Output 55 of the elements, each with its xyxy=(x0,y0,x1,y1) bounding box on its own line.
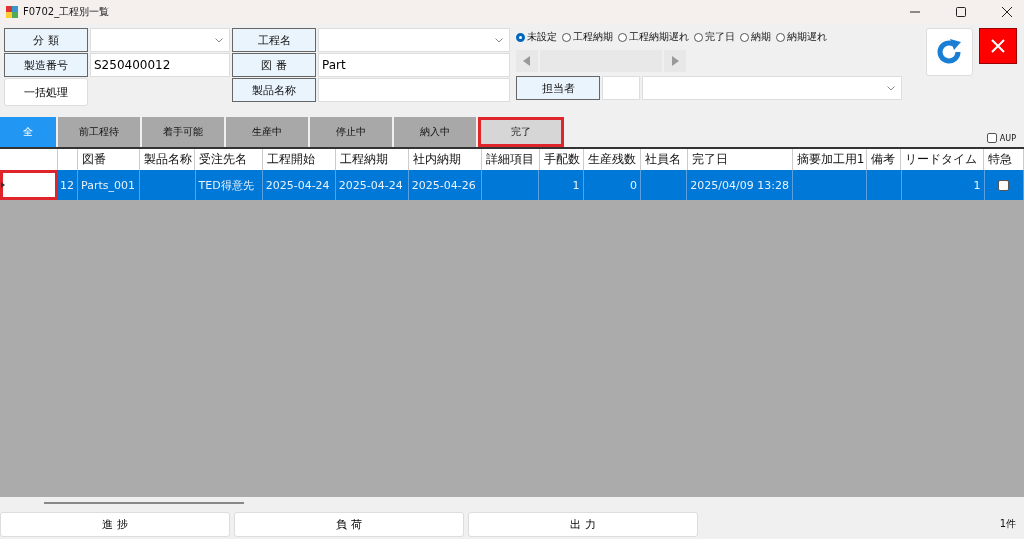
close-icon xyxy=(990,39,1005,53)
table-cell: TED得意先 xyxy=(195,170,263,200)
field-label: 製品名称 xyxy=(232,78,316,102)
drawing-field[interactable]: Part xyxy=(318,53,510,77)
radio-option[interactable]: 納期 xyxy=(740,30,771,44)
row-header[interactable] xyxy=(0,170,58,200)
aup-checkbox[interactable]: AUP xyxy=(986,133,1024,147)
chevron-down-icon xyxy=(887,86,895,91)
product-field[interactable] xyxy=(318,78,510,102)
action-button[interactable]: 進 捗 xyxy=(0,511,230,537)
refresh-button[interactable] xyxy=(926,28,973,76)
urgent-checkbox[interactable] xyxy=(998,179,1010,191)
serial-field[interactable]: S250400012 xyxy=(90,53,230,77)
status-tab[interactable]: 停止中 xyxy=(310,117,392,147)
field-label: 工程名 xyxy=(232,28,316,52)
table-cell: 0 xyxy=(583,170,641,200)
category-dropdown[interactable] xyxy=(90,28,230,52)
maximize-icon[interactable] xyxy=(956,7,966,17)
chevron-down-icon xyxy=(495,38,503,43)
action-button[interactable]: 負 荷 xyxy=(234,511,464,537)
table-cell: 2025-04-26 xyxy=(408,170,482,200)
field-label: 製造番号 xyxy=(4,53,88,77)
close-button[interactable] xyxy=(978,28,1017,64)
field-label: 担当者 xyxy=(516,76,600,100)
action-button[interactable]: 出 力 xyxy=(468,511,698,537)
process-dropdown[interactable] xyxy=(318,28,510,52)
status-tab[interactable]: 納入中 xyxy=(394,117,476,147)
scrollbar-thumb[interactable] xyxy=(44,502,244,504)
record-count: 1件 xyxy=(999,517,1017,531)
batch-button[interactable]: 一括処理 xyxy=(4,78,88,106)
table-cell: 2025-04-24 xyxy=(335,170,409,200)
person-code-field[interactable] xyxy=(602,76,640,100)
field-label: 分 類 xyxy=(4,28,88,52)
radio-option[interactable]: 工程納期遅れ xyxy=(618,30,689,44)
radio-option[interactable]: 納期遅れ xyxy=(776,30,827,44)
window-title: F0702_工程別一覧 xyxy=(23,5,110,19)
table-cell: 2025-04-24 xyxy=(262,170,336,200)
radio-option[interactable]: 工程納期 xyxy=(562,30,613,44)
table-cell: 1 xyxy=(901,170,985,200)
status-tab[interactable]: 着手可能 xyxy=(142,117,224,147)
radio-option[interactable]: 完了日 xyxy=(694,30,735,44)
field-label: 図 番 xyxy=(232,53,316,77)
table-cell: 1 xyxy=(539,170,584,200)
table-cell: 2025/04/09 13:28 xyxy=(687,170,793,200)
radio-option[interactable]: 未設定 xyxy=(516,30,557,44)
app-icon xyxy=(6,6,18,18)
status-tab[interactable]: 生産中 xyxy=(226,117,308,147)
person-dropdown[interactable] xyxy=(642,76,902,100)
status-tab[interactable]: 前工程待 xyxy=(58,117,140,147)
close-icon[interactable] xyxy=(1002,7,1012,17)
table-cell: 12 xyxy=(58,170,78,200)
chevron-down-icon xyxy=(215,38,223,43)
status-tab[interactable]: 完了 xyxy=(478,117,564,147)
table-cell: Parts_001 xyxy=(78,170,141,200)
table-row[interactable]: 12 Parts_001 TED得意先 2025-04-24 2025-04-24 2025-04-26 1 0 2025/04/09 13:28 1 xyxy=(0,170,1024,200)
